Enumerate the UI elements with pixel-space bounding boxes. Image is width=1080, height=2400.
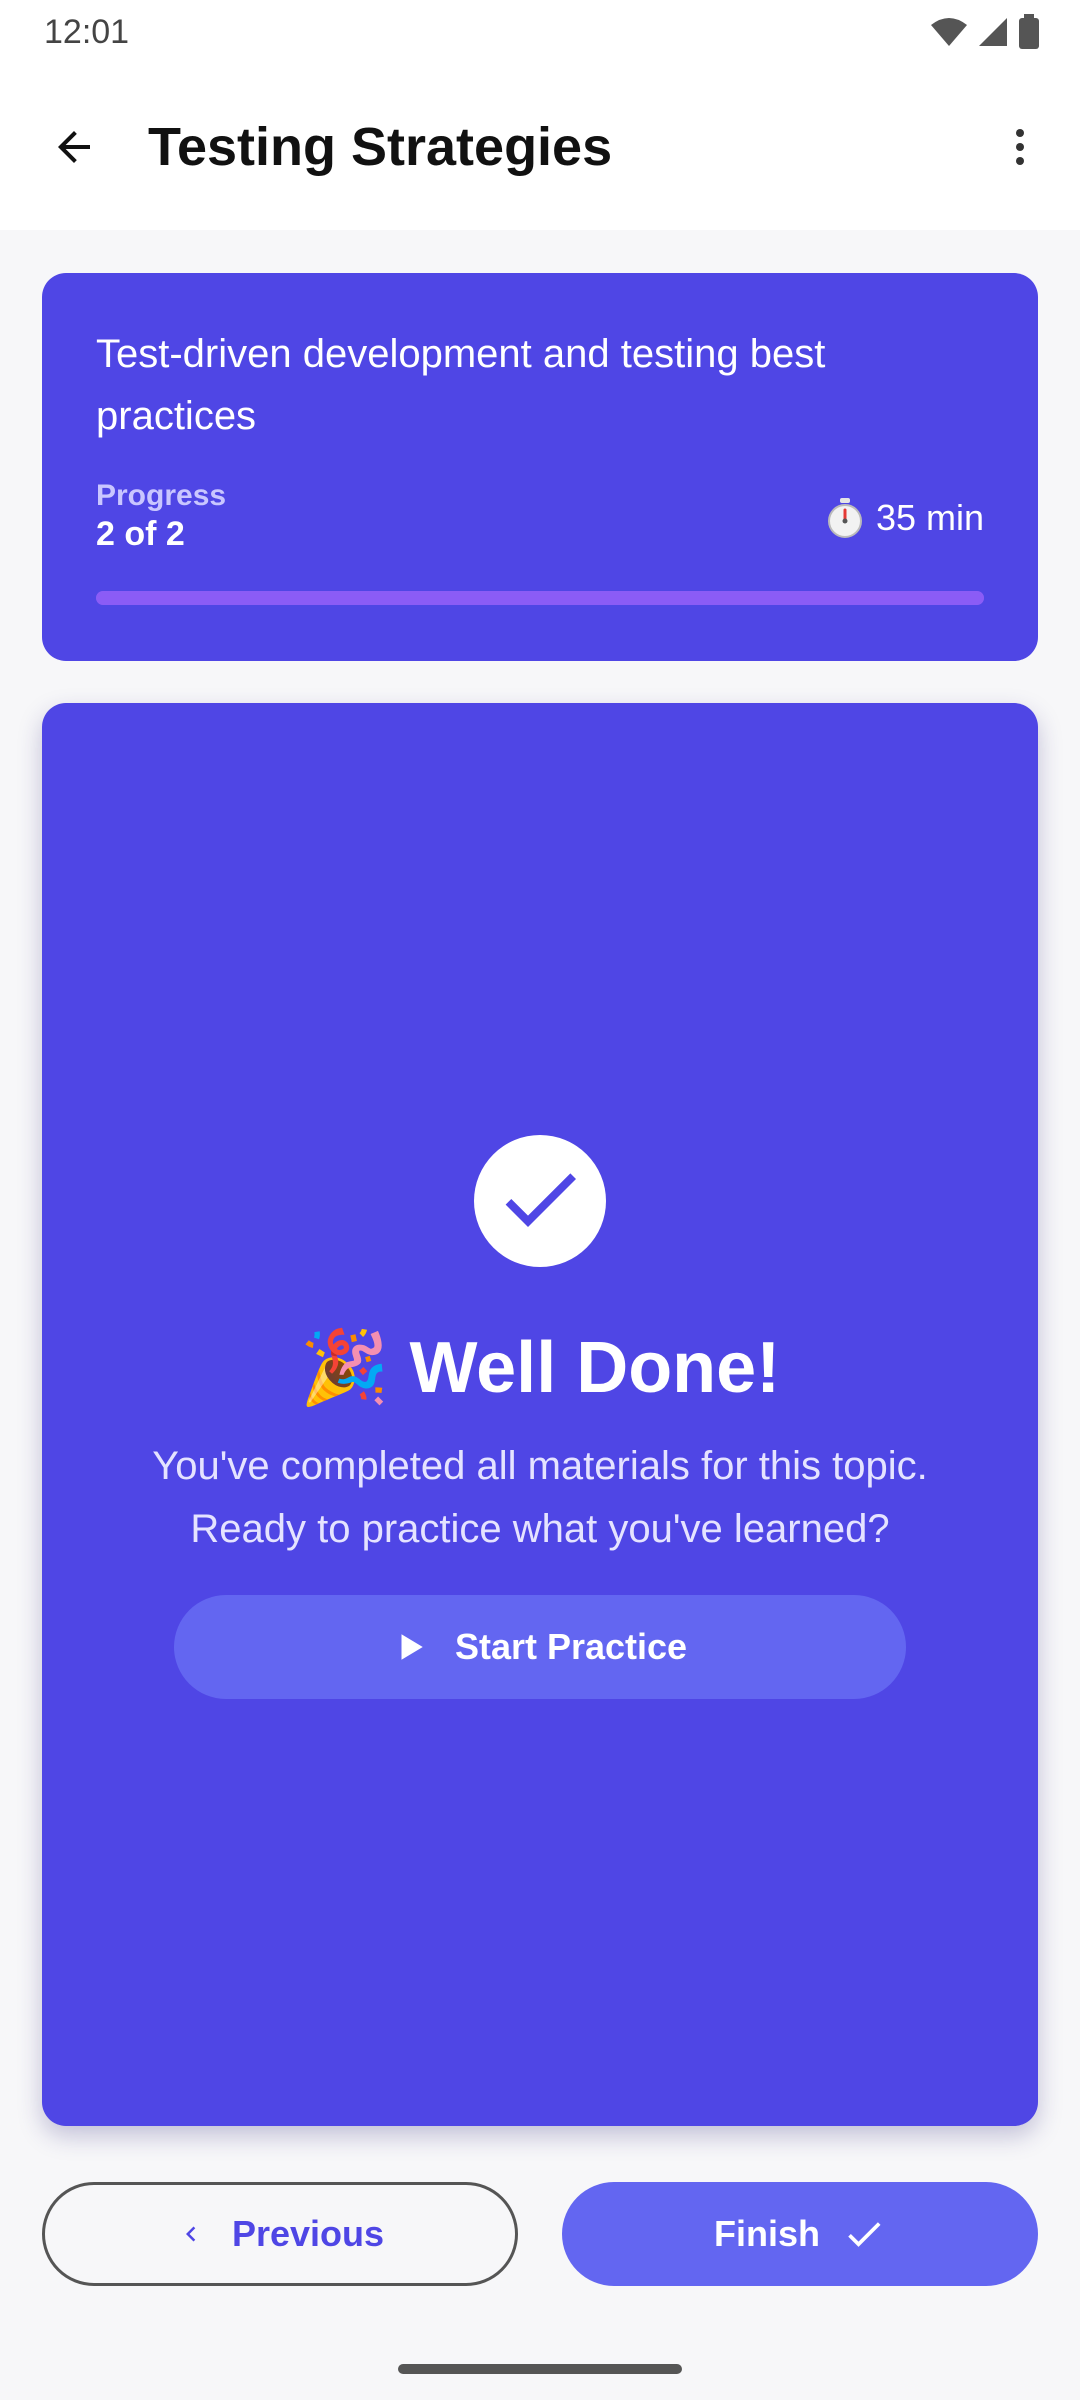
check-icon — [848, 2222, 881, 2247]
topic-description: Test-driven development and testing best… — [96, 332, 826, 438]
status-time: 12:01 — [44, 12, 130, 51]
completion-message-line2: Ready to practice what you've learned? — [190, 1507, 890, 1551]
signal-icon — [979, 18, 1007, 46]
topic-card: Test-driven development and testing best… — [42, 273, 1038, 661]
wifi-icon — [931, 18, 967, 46]
battery-icon — [1019, 14, 1039, 49]
progress-value: 2 of 2 — [96, 515, 185, 553]
previous-button[interactable]: Previous — [42, 2182, 518, 2286]
chevron-left-icon — [185, 2226, 196, 2242]
party-icon: 🎉 — [299, 1328, 390, 1408]
more-options-button[interactable] — [982, 109, 1058, 185]
completion-card: 🎉 Well Done! You've completed all materi… — [42, 703, 1038, 2126]
progress-info: Progress 2 of 2 — [96, 479, 226, 554]
start-practice-button[interactable]: Start Practice — [174, 1595, 906, 1699]
completion-title: 🎉 Well Done! — [42, 1325, 1038, 1410]
status-icons — [930, 14, 1040, 50]
arrow-back-icon — [58, 131, 90, 163]
completion-message: You've completed all materials for this … — [82, 1435, 998, 1561]
completion-message-line1: You've completed all materials for this … — [152, 1444, 928, 1488]
progress-bar-fill — [96, 591, 984, 605]
check-circle — [474, 1135, 606, 1267]
app-bar: Testing Strategies — [0, 64, 1080, 230]
check-icon — [505, 1173, 576, 1227]
status-bar: 12:01 — [0, 0, 1080, 64]
completion-title-text: Well Done! — [409, 1328, 781, 1408]
progress-row: Progress 2 of 2 35 min — [96, 479, 984, 554]
duration: 35 min — [826, 497, 984, 539]
home-indicator[interactable] — [398, 2364, 682, 2374]
start-practice-label: Start Practice — [454, 1626, 688, 1667]
duration-text: 35 min — [875, 497, 984, 538]
progress-label: Progress — [96, 479, 227, 512]
page-title: Testing Strategies — [148, 117, 613, 177]
back-button[interactable] — [36, 109, 112, 185]
finish-label: Finish — [714, 2213, 820, 2254]
previous-label: Previous — [231, 2213, 385, 2254]
more-vert-icon — [1016, 129, 1024, 165]
play-icon — [401, 1634, 423, 1660]
progress-bar — [96, 591, 984, 605]
finish-button[interactable]: Finish — [562, 2182, 1038, 2286]
stopwatch-icon — [827, 498, 862, 538]
